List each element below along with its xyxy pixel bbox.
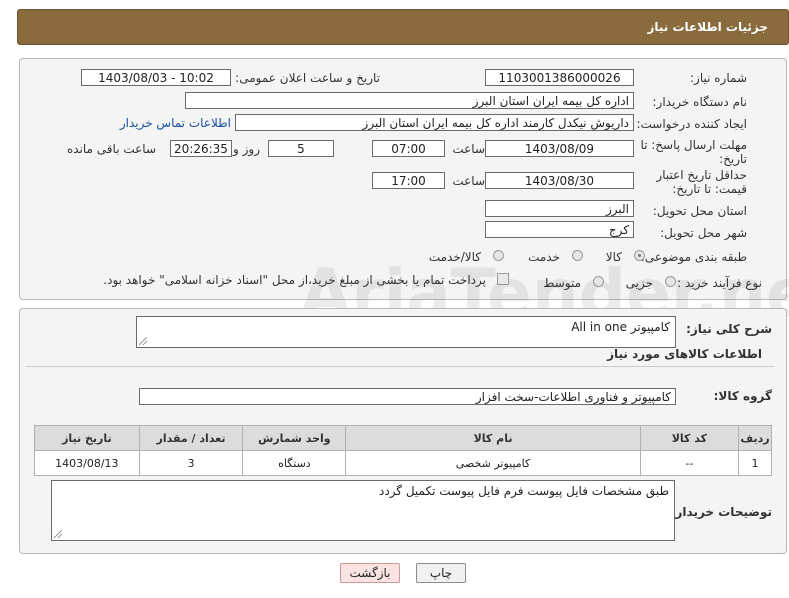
general-desc-field: کامپیوتر All in one <box>136 316 676 348</box>
reply-time-label: ساعت <box>452 142 485 156</box>
table-row: 1 -- کامپیوتر شخصی دستگاه 3 1403/08/13 <box>34 450 772 476</box>
process-option-minor: جزیی <box>625 276 653 290</box>
goods-table: ردیف کد کالا نام کالا واحد شمارش تعداد /… <box>34 425 772 476</box>
category-radio-goods[interactable] <box>634 250 645 261</box>
section-divider <box>25 366 775 367</box>
resize-grip-icon[interactable] <box>54 530 62 538</box>
validity-time-field: 17:00 <box>372 172 445 189</box>
resize-grip-icon[interactable] <box>139 337 147 345</box>
col-goods-name: نام کالا <box>345 425 641 451</box>
announce-datetime-field: 1403/08/03 - 10:02 <box>81 69 231 86</box>
remaining-days-field: 5 <box>268 140 334 157</box>
category-radio-goods-service[interactable] <box>493 250 504 261</box>
city-label: شهر محل تحویل: <box>660 226 747 240</box>
goods-group-field: کامپیوتر و فناوری اطلاعات-سخت افزار <box>139 388 676 405</box>
buyer-notes-text: طبق مشخصات فایل پیوست فرم فایل پیوست تکم… <box>379 484 669 498</box>
cell-goods-name: کامپیوتر شخصی <box>345 450 641 476</box>
process-radio-medium[interactable] <box>593 276 604 287</box>
need-number-label: شماره نیاز: <box>690 71 747 85</box>
buyer-notes-label: توضیحات خریدار: <box>670 505 772 519</box>
price-validity-label: حداقل تاریخ اعتبار قیمت: تا تاریخ: <box>656 168 747 196</box>
creator-field: داریوش نیکدل کارمند اداره کل بیمه ایران … <box>235 114 634 131</box>
reply-date-field: 1403/08/09 <box>485 140 634 157</box>
buyer-org-field: اداره کل بیمه ایران استان البرز <box>185 92 634 109</box>
cell-goods-code: -- <box>639 450 740 476</box>
province-field: البرز <box>485 200 634 217</box>
table-header-row: ردیف کد کالا نام کالا واحد شمارش تعداد /… <box>34 425 772 451</box>
creator-label: ایجاد کننده درخواست: <box>636 117 747 131</box>
validity-date-field: 1403/08/30 <box>485 172 634 189</box>
col-goods-code: کد کالا <box>639 425 740 451</box>
goods-info-title: اطلاعات کالاهای مورد نیاز <box>607 347 762 361</box>
col-unit: واحد شمارش <box>242 425 347 451</box>
back-button[interactable]: بازگشت <box>340 563 400 583</box>
buyer-notes-field: طبق مشخصات فایل پیوست فرم فایل پیوست تکم… <box>51 480 675 541</box>
goods-group-label: گروه کالا: <box>713 389 772 403</box>
announce-label: تاریخ و ساعت اعلان عمومی: <box>235 71 380 85</box>
cell-row-number: 1 <box>738 450 772 476</box>
general-desc-text: کامپیوتر All in one <box>571 320 670 334</box>
need-number-field: 1103001386000026 <box>485 69 634 86</box>
col-row-number: ردیف <box>738 425 772 451</box>
cell-quantity: 3 <box>138 450 244 476</box>
treasury-payment-note: پرداخت تمام یا بخشی از مبلغ خرید،از محل … <box>103 273 486 287</box>
city-field: کرج <box>485 221 634 238</box>
treasury-payment-checkbox[interactable] <box>497 273 509 285</box>
process-option-medium: متوسط <box>543 276 581 290</box>
remaining-time-field: 20:26:35 <box>170 140 232 157</box>
days-label: روز و <box>233 142 260 156</box>
cell-unit: دستگاه <box>242 450 347 476</box>
validity-time-label: ساعت <box>452 174 485 188</box>
category-label: طبقه بندی موضوعی: <box>640 250 747 264</box>
buyer-contact-link[interactable]: اطلاعات تماس خریدار <box>120 116 231 130</box>
remaining-label: ساعت باقی مانده <box>66 142 156 156</box>
print-button[interactable]: چاپ <box>416 563 466 583</box>
col-quantity: تعداد / مقدار <box>138 425 244 451</box>
process-radio-minor[interactable] <box>665 276 676 287</box>
category-option-service: خدمت <box>528 250 560 264</box>
buyer-org-label: نام دستگاه خریدار: <box>652 95 748 109</box>
cell-need-date: 1403/08/13 <box>34 450 140 476</box>
category-radio-service[interactable] <box>572 250 583 261</box>
col-need-date: تاریخ نیاز <box>34 425 140 451</box>
page-title: جزئیات اطلاعات نیاز <box>647 20 768 34</box>
reply-deadline-label: مهلت ارسال پاسخ: تا تاریخ: <box>640 138 747 166</box>
category-option-goods-service: کالا/خدمت <box>428 250 481 264</box>
general-desc-label: شرح کلی نیاز: <box>686 322 772 336</box>
process-label: نوع فرآیند خرید : <box>677 276 762 290</box>
category-option-goods: کالا <box>605 250 622 264</box>
page-header: جزئیات اطلاعات نیاز <box>17 9 789 45</box>
province-label: استان محل تحویل: <box>652 204 747 218</box>
reply-time-field: 07:00 <box>372 140 445 157</box>
